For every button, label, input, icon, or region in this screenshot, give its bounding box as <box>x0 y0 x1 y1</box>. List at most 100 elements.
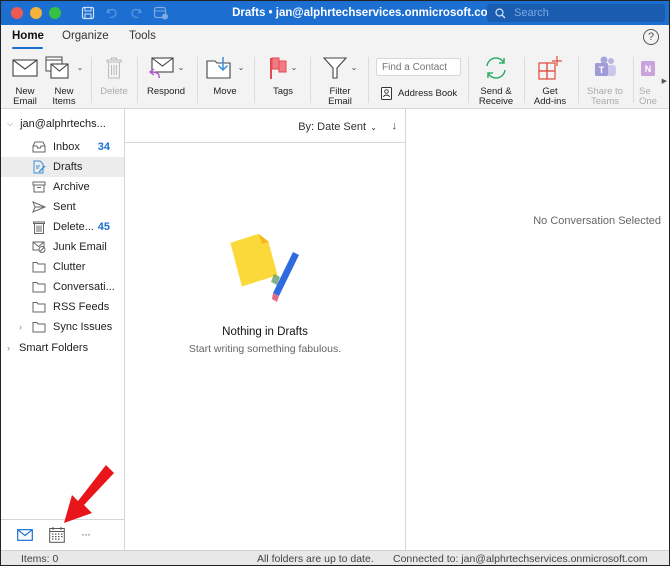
teams-icon: T <box>595 56 616 76</box>
folder-icon <box>32 300 46 314</box>
folder-deleted[interactable]: Delete... 45 <box>1 217 124 237</box>
svg-text:T: T <box>599 65 605 75</box>
envelope-icon <box>12 59 38 77</box>
mail-icon <box>17 529 33 541</box>
get-addins-button[interactable]: Get Add-ins <box>530 54 570 107</box>
new-items-label-2: Items <box>52 96 76 107</box>
flag-icon <box>269 57 287 79</box>
sync-icon <box>486 57 506 79</box>
junk-icon <box>32 240 46 254</box>
ribbon-separator <box>368 57 369 103</box>
smart-folders-label: Smart Folders <box>19 342 89 354</box>
unread-count: 45 <box>97 221 110 233</box>
chevron-down-icon: ⌄ <box>368 123 377 132</box>
new-email-button[interactable]: New Email <box>9 54 41 107</box>
move-button[interactable]: ⌄ Move <box>204 54 246 97</box>
folder-drafts[interactable]: Drafts <box>1 157 124 177</box>
tab-tools[interactable]: Tools <box>129 30 156 42</box>
ribbon-separator <box>633 57 634 103</box>
ribbon-tabs: Home Organize Tools ? <box>1 25 669 51</box>
folder-sync-issues[interactable]: › Sync Issues <box>1 317 124 337</box>
sort-by-dropdown[interactable]: By: Date Sent ⌄ <box>298 121 377 133</box>
chevron-down-icon: ⌄ <box>177 63 185 72</box>
chevron-down-icon: ⌄ <box>76 63 84 72</box>
folder-label: Archive <box>53 181 90 193</box>
reading-pane: No Conversation Selected <box>406 109 669 550</box>
help-button[interactable]: ? <box>643 29 659 45</box>
chevron-right-icon[interactable]: › <box>19 322 22 332</box>
minimize-window-button[interactable] <box>30 7 42 19</box>
tab-organize[interactable]: Organize <box>62 30 109 42</box>
onenote-icon: N <box>641 61 655 76</box>
undo-icon[interactable] <box>105 6 119 20</box>
folder-label: RSS Feeds <box>53 301 110 313</box>
save-icon[interactable] <box>81 6 95 20</box>
ribbon-separator <box>468 57 469 103</box>
find-contact-input[interactable] <box>376 58 461 76</box>
account-header[interactable]: ⌵ jan@alphrtechs... <box>7 118 106 130</box>
respond-label: Respond <box>146 86 186 97</box>
ribbon-separator <box>578 57 579 103</box>
folder-label: Drafts <box>53 161 83 173</box>
share-to-teams-button[interactable]: T Share to Teams <box>584 54 626 107</box>
folder-icon <box>32 260 46 274</box>
ribbon-separator <box>137 57 138 103</box>
respond-button[interactable]: ⌄ Respond <box>144 54 188 97</box>
sort-direction-button[interactable]: ↓ <box>392 120 398 132</box>
trash-icon <box>32 220 46 234</box>
unread-count: 34 <box>97 141 110 153</box>
svg-text:N: N <box>645 64 652 74</box>
sort-label: By: Date Sent <box>298 121 367 133</box>
calendar-icon <box>49 527 65 543</box>
calendar-module-button[interactable] <box>49 527 65 546</box>
folder-sent[interactable]: Sent <box>1 197 124 217</box>
delete-label: Delete <box>100 86 128 97</box>
search-input[interactable]: Search <box>487 4 665 22</box>
chevron-down-icon: ⌄ <box>350 63 358 72</box>
delete-button[interactable]: Delete <box>98 54 130 97</box>
folder-icon <box>32 280 46 294</box>
folder-rss-feeds[interactable]: RSS Feeds <box>1 297 124 317</box>
empty-drafts-illustration <box>225 230 305 313</box>
folder-archive[interactable]: Archive <box>1 177 124 197</box>
move-label: Move <box>213 86 237 97</box>
new-items-button[interactable]: ⌄ New Items <box>44 54 84 107</box>
folder-label: Delete... <box>53 221 94 233</box>
address-book-button[interactable]: Address Book <box>381 87 457 100</box>
mail-module-button[interactable] <box>17 529 33 544</box>
ribbon-overflow-arrow-icon[interactable]: ▶ <box>662 77 667 85</box>
filter-funnel-icon <box>322 57 347 79</box>
maximize-window-button[interactable] <box>49 7 61 19</box>
empty-state-subtitle: Start writing something fabulous. <box>188 343 342 355</box>
folder-conversation-history[interactable]: Conversati... <box>1 277 124 297</box>
connection-status: Connected to: jan@alphrtechservices.onmi… <box>393 553 648 565</box>
filter-email-label-2: Email <box>328 96 352 107</box>
filter-email-button[interactable]: ⌄ Filter Email <box>319 54 361 107</box>
folder-inbox[interactable]: Inbox 34 <box>1 137 124 157</box>
more-modules-button[interactable]: ··· <box>81 527 91 541</box>
no-conversation-text: No Conversation Selected <box>533 215 661 227</box>
send-onenote-label-2: One <box>639 96 657 107</box>
sent-icon <box>32 200 46 214</box>
red-annotation-arrow-icon <box>64 465 114 523</box>
folder-label: Inbox <box>53 141 80 153</box>
tags-button[interactable]: ⌄ Tags <box>263 54 303 97</box>
folder-label: Clutter <box>53 261 86 273</box>
send-to-onenote-button[interactable]: N Se One <box>639 54 661 107</box>
respond-icon <box>148 57 174 79</box>
folder-clutter[interactable]: Clutter <box>1 257 124 277</box>
close-window-button[interactable] <box>11 7 23 19</box>
active-tab-indicator <box>12 47 43 49</box>
chevron-right-icon: › <box>7 343 10 353</box>
smart-folders[interactable]: › Smart Folders <box>7 342 88 354</box>
tab-home[interactable]: Home <box>12 30 44 42</box>
folder-label: Junk Email <box>53 241 107 253</box>
account-name: jan@alphrtechs... <box>20 118 106 130</box>
folder-junk-email[interactable]: Junk Email <box>1 237 124 257</box>
folder-icon <box>32 320 46 334</box>
redo-icon[interactable] <box>129 6 143 20</box>
send-receive-button[interactable]: Send & Receive <box>475 54 517 107</box>
folder-label: Sync Issues <box>53 321 113 333</box>
sync-status-icon[interactable] <box>153 6 169 20</box>
trash-icon <box>106 57 122 79</box>
